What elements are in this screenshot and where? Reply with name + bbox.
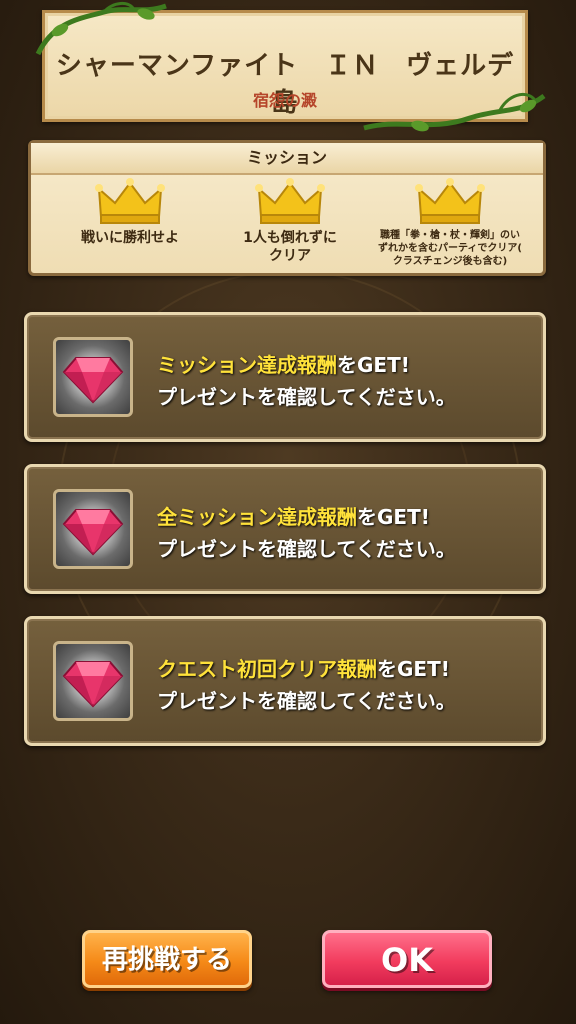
gem-icon	[62, 357, 124, 404]
reward-title: ミッション達成報酬をGET!	[157, 349, 410, 378]
mission-item-2: 1人も倒れずに クリア	[205, 177, 375, 265]
reward-panel-mission: ミッション達成報酬をGET! プレゼントを確認してください。	[24, 312, 546, 442]
retry-button[interactable]: 再挑戦する	[82, 930, 252, 988]
reward-highlight: クエスト初回クリア報酬	[157, 657, 377, 681]
reward-suffix: をGET!	[337, 353, 410, 377]
crown-icon	[95, 178, 165, 224]
gem-icon-frame	[53, 337, 133, 417]
gem-icon	[62, 509, 124, 556]
reward-title: 全ミッション達成報酬をGET!	[157, 501, 430, 530]
gem-icon-frame	[53, 489, 133, 569]
mission-text-1: 戦いに勝利せよ	[81, 230, 179, 246]
reward-suffix: をGET!	[357, 505, 430, 529]
crown-icon	[415, 178, 485, 224]
reward-message: プレゼントを確認してください。	[157, 537, 456, 561]
mission-item-3: 職種「拳・槍・杖・輝剣」のい ずれかを含むパーティでクリア( クラスチェンジ後も…	[365, 177, 535, 268]
crown-icon	[255, 178, 325, 224]
mission-text-2: 1人も倒れずに クリア	[243, 230, 337, 264]
reward-panel-all-missions: 全ミッション達成報酬をGET! プレゼントを確認してください。	[24, 464, 546, 594]
ok-button[interactable]: OK	[322, 930, 492, 988]
reward-panel-first-clear: クエスト初回クリア報酬をGET! プレゼントを確認してください。	[24, 616, 546, 746]
vine-decoration-bottom-right	[363, 93, 546, 132]
gem-icon-frame	[53, 641, 133, 721]
reward-title: クエスト初回クリア報酬をGET!	[157, 653, 450, 682]
reward-message: プレゼントを確認してください。	[157, 385, 456, 409]
reward-highlight: 全ミッション達成報酬	[157, 505, 357, 529]
mission-panel: ミッション 戦いに勝利せよ 1人も倒れずに クリア 職種「拳・槍・杖・輝剣」のい…	[28, 140, 546, 276]
reward-highlight: ミッション達成報酬	[157, 353, 337, 377]
mission-text-3: 職種「拳・槍・杖・輝剣」のい ずれかを含むパーティでクリア( クラスチェンジ後も…	[378, 230, 522, 267]
reward-message: プレゼントを確認してください。	[157, 689, 456, 713]
mission-item-1: 戦いに勝利せよ	[45, 177, 215, 247]
reward-suffix: をGET!	[377, 657, 450, 681]
gem-icon	[62, 661, 124, 708]
mission-header: ミッション	[31, 143, 543, 175]
vine-decoration-top-left	[35, 2, 167, 56]
